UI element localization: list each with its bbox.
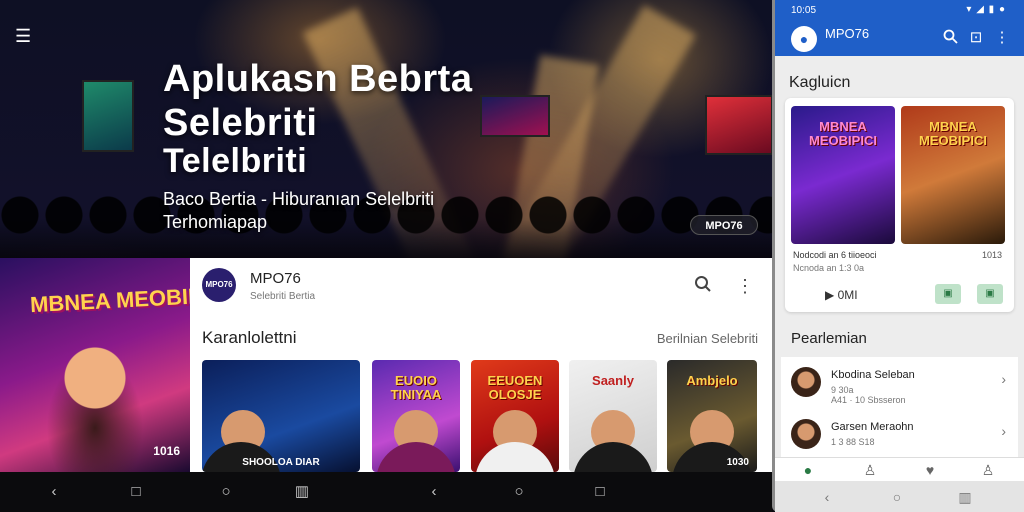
home-icon[interactable]: ○ xyxy=(511,484,527,500)
phone-system-nav: ‹ ○ ▥ xyxy=(775,481,1024,512)
list-item-detail: 1 3 88 S18 xyxy=(831,437,875,447)
app-logo: MPO76 xyxy=(202,268,236,302)
search-icon[interactable] xyxy=(692,275,714,297)
app-logo: ● xyxy=(791,26,817,52)
hero-title-line2: Selebriti xyxy=(163,102,318,144)
play-icon: ▶ xyxy=(825,288,838,302)
stage-screen xyxy=(82,80,134,152)
status-time: 10:05 xyxy=(791,5,817,16)
celebrity-thumbnail[interactable]: EUOIO TINIYAA xyxy=(372,360,460,472)
list-item-detail: 9 30a A41 · 10 Sbsseron xyxy=(831,385,906,405)
tab-favorites-icon[interactable]: ♥ xyxy=(921,462,939,478)
thumbnail-title: MBNEA MEOBIPICI xyxy=(809,119,877,148)
celebrity-thumbnail[interactable]: MBNEA MEOBIPICI xyxy=(791,106,895,244)
barcode-icon[interactable]: ▥ xyxy=(294,484,310,500)
phone-app-bar: ● MPO76 ⊡ ⋮ xyxy=(775,22,1024,56)
phone-section-title-2: Pearlemian xyxy=(791,330,867,347)
thumbnail-figure xyxy=(573,442,653,472)
phone-frame: 10:05 ▾ ◢ ▮ ● ● MPO76 ⊡ ⋮ Kagluicn MBNEA… xyxy=(772,0,1024,512)
recents-icon[interactable]: □ xyxy=(128,484,144,500)
brand-badge: MPO76 xyxy=(690,215,758,235)
thumbnail-caption: 1030 xyxy=(726,457,749,468)
bottom-tab-bar: ● ♙ ♥ ♙ xyxy=(775,457,1024,481)
phone-section-title: Kagluicn xyxy=(789,74,851,91)
recents-icon[interactable]: ▥ xyxy=(957,489,973,505)
card-meta-date: Ncnoda an 1:3 0a xyxy=(793,263,865,273)
system-nav-bar: ‹ □ ○ ▥ ‹ ○ □ xyxy=(0,472,772,512)
chevron-right-icon: › xyxy=(1001,371,1006,387)
celebrity-thumbnail[interactable]: Saanly xyxy=(569,360,657,472)
play-button[interactable]: ▶ 0MI xyxy=(825,288,858,302)
thumbnail-figure xyxy=(376,442,456,472)
status-bar: 10:05 ▾ ◢ ▮ ● xyxy=(775,0,1024,22)
thumbnail-caption: SHOOLOA DIAR xyxy=(242,457,320,468)
chevron-right-icon: › xyxy=(1001,423,1006,439)
thumbnail-title: EUOIO TINIYAA xyxy=(390,373,442,402)
phone-feature-card[interactable]: MBNEA MEOBIPICI MBNEA MEOBIPICI Nodcodi … xyxy=(785,98,1014,312)
home-icon[interactable]: ○ xyxy=(218,484,234,500)
thumbnail-title: MBNEA MEOBIPICI xyxy=(919,119,987,148)
tab-people-icon[interactable]: ♙ xyxy=(861,462,879,478)
avatar xyxy=(791,419,821,449)
app-subtitle: Selebriti Bertia xyxy=(250,291,316,302)
app-background: ☰ Aplukasn Bebrta Selebriti Telelbriti B… xyxy=(0,0,1024,512)
left-poster[interactable]: MBNEA MEOBIPICI 1016 xyxy=(0,258,231,472)
back-icon[interactable]: ‹ xyxy=(819,489,835,505)
hero-title-line3: Telelbriti xyxy=(163,142,308,180)
avatar xyxy=(791,367,821,397)
hero-subtitle-line1: Baco Bertia - Hiburanıan Selelbriti xyxy=(163,189,435,209)
recents-icon[interactable]: □ xyxy=(592,484,608,500)
menu-icon[interactable]: ☰ xyxy=(15,27,33,45)
celebrity-thumbnail[interactable]: Ambjelo 1030 xyxy=(667,360,757,472)
bookmark-icon[interactable]: ⊡ xyxy=(967,29,985,47)
app-name: MPO76 xyxy=(250,270,301,287)
stage-screen xyxy=(705,95,773,155)
list-item-name: Kbodina Seleban xyxy=(831,369,915,381)
back-icon[interactable]: ‹ xyxy=(46,484,62,500)
more-vert-icon[interactable]: ⋮ xyxy=(734,275,756,297)
thumbnail-title: EEUOEN OLOSJE xyxy=(487,373,543,402)
back-icon[interactable]: ‹ xyxy=(426,484,442,500)
search-icon[interactable] xyxy=(941,29,959,47)
poster-number: 1016 xyxy=(153,444,180,458)
hero-subtitle-line2: Terhomiapap xyxy=(163,212,268,232)
download-icon[interactable]: ▣ xyxy=(977,284,1003,304)
share-icon[interactable]: ▣ xyxy=(935,284,961,304)
list-item[interactable]: Garsen Meraohn 1 3 88 S18 › xyxy=(781,409,1018,459)
section-title: Karanlolettni xyxy=(202,328,297,347)
celebrity-thumbnail[interactable]: SHOOLOA DIAR xyxy=(202,360,360,472)
thumbnail-figure xyxy=(475,442,555,472)
celebrity-list: Kbodina Seleban 9 30a A41 · 10 Sbsseron ›… xyxy=(781,357,1018,457)
celebrity-thumbnail[interactable]: EEUOEN OLOSJE xyxy=(471,360,559,472)
home-icon[interactable]: ○ xyxy=(889,489,905,505)
hero-title-line1: Aplukasn Bebrta xyxy=(163,58,473,100)
section-link[interactable]: Berilnian Selebriti xyxy=(657,331,758,346)
tab-home-icon[interactable]: ● xyxy=(799,462,817,478)
card-meta-count: 1013 xyxy=(981,250,1002,260)
tablet-app-card: MPO76 MPO76 Selebriti Bertia ⋮ Karanlole… xyxy=(190,258,772,472)
more-vert-icon[interactable]: ⋮ xyxy=(993,29,1011,47)
thumbnail-title: Saanly xyxy=(592,373,634,388)
phone-app-name: MPO76 xyxy=(825,26,870,41)
play-label: 0MI xyxy=(837,288,858,302)
card-meta-title: Nodcodi an 6 tiioeoci xyxy=(793,250,877,260)
thumbnail-title: Ambjelo xyxy=(686,373,738,388)
celebrity-thumbnail[interactable]: MBNEA MEOBIPICI xyxy=(901,106,1005,244)
list-item[interactable]: Kbodina Seleban 9 30a A41 · 10 Sbsseron › xyxy=(781,357,1018,407)
stage-screen xyxy=(480,95,550,137)
status-icons: ▾ ◢ ▮ ● xyxy=(966,4,1006,15)
tab-profile-icon[interactable]: ♙ xyxy=(979,462,997,478)
list-item-name: Garsen Meraohn xyxy=(831,421,914,433)
